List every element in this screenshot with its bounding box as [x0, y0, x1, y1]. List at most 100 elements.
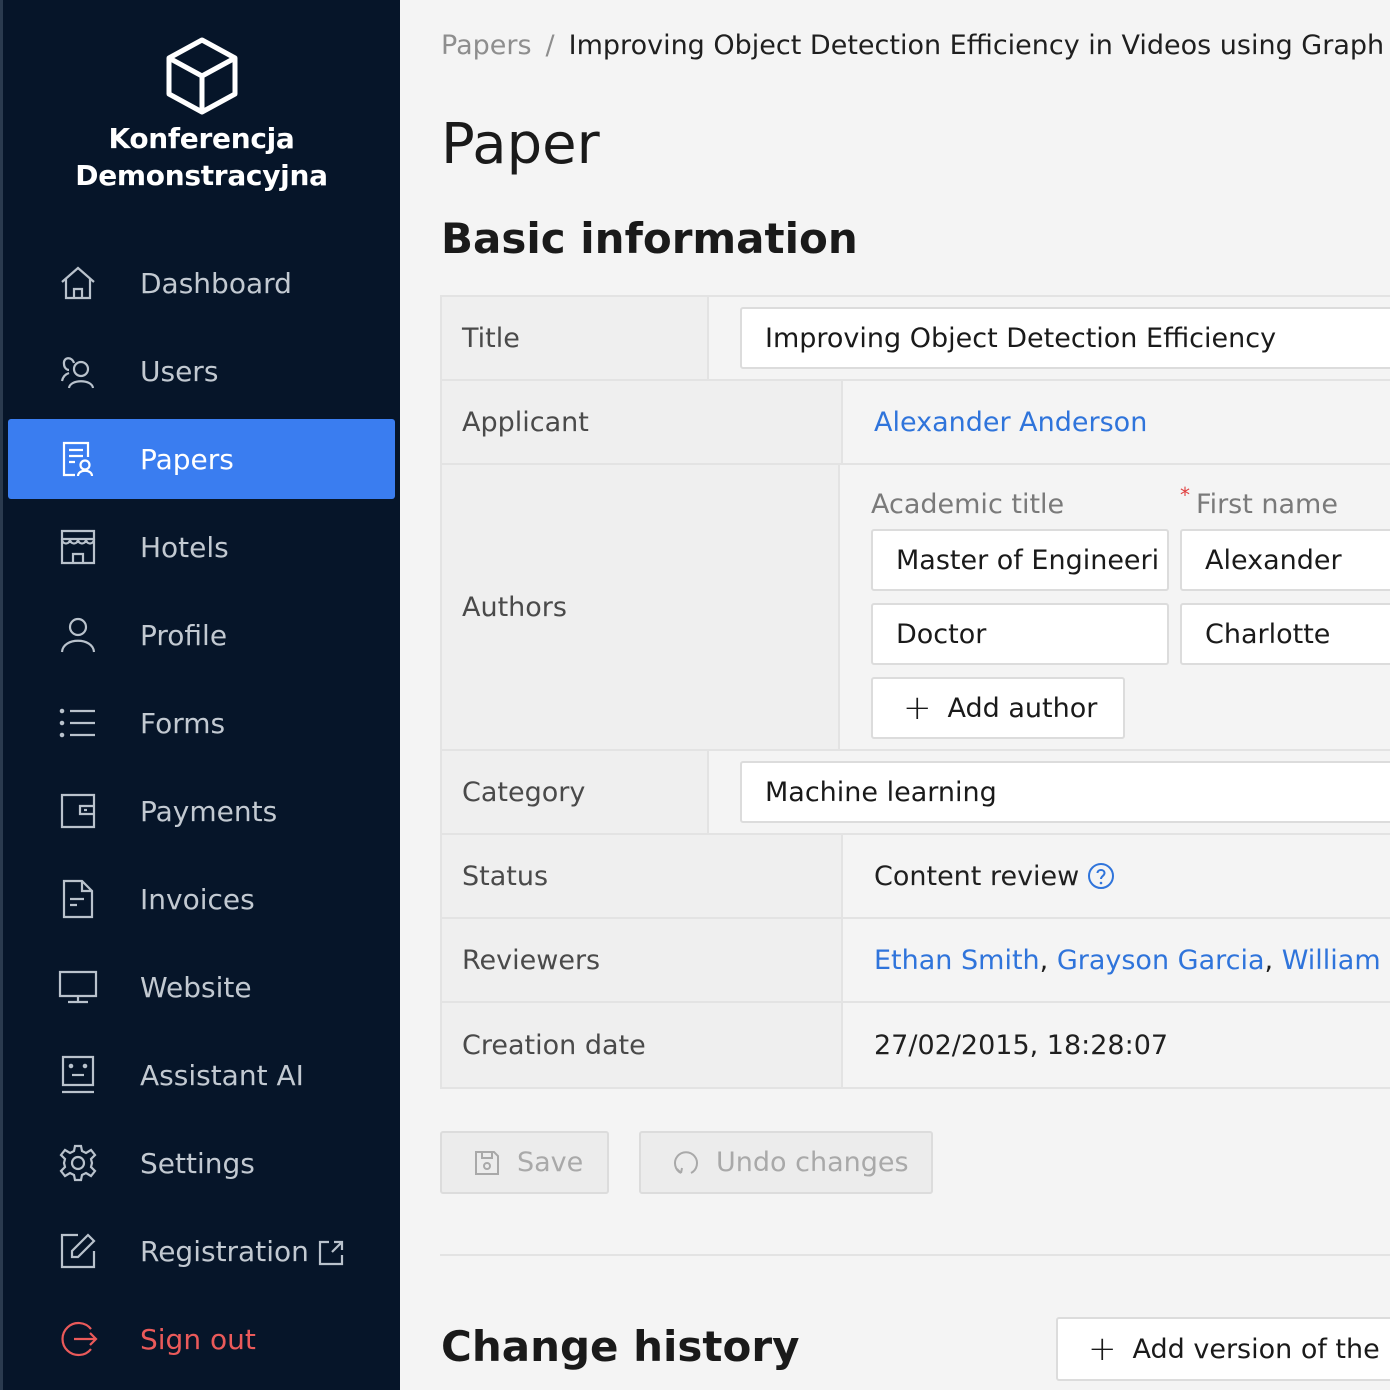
first-name-header: * First name [1180, 483, 1338, 520]
add-version-button[interactable]: + Add version of the p [1056, 1317, 1390, 1381]
sidebar-item-label: Papers [140, 442, 234, 476]
sidebar-item-hotels[interactable]: Hotels [8, 507, 395, 587]
user-icon [56, 613, 100, 657]
title-input[interactable]: Improving Object Detection Efficiency [740, 307, 1390, 369]
sidebar: Konferencja Demonstracyjna Dashboard Use… [0, 0, 400, 1390]
field-label: Title [442, 297, 709, 379]
reviewer-link[interactable]: Ethan Smith [874, 945, 1040, 976]
sidebar-item-label: Invoices [140, 882, 255, 916]
save-label: Save [517, 1147, 584, 1178]
field-value: Academic title * First name Master of Eng… [840, 465, 1390, 749]
reviewer-link[interactable]: Grayson Garcia [1057, 945, 1265, 976]
wallet-icon [56, 789, 100, 833]
sidebar-item-label: Settings [140, 1146, 255, 1180]
sidebar-item-settings[interactable]: Settings [8, 1123, 395, 1203]
sidebar-item-dashboard[interactable]: Dashboard [8, 243, 395, 323]
brand-name-line1: Konferencja [108, 122, 295, 155]
add-version-label: Add version of the p [1132, 1333, 1390, 1365]
sign-out-icon [56, 1317, 100, 1361]
field-value: 27/02/2015, 18:28:07 [843, 1003, 1390, 1087]
list-icon [56, 701, 100, 745]
plus-icon: + [1088, 1329, 1117, 1369]
academic-title-header: Academic title [871, 488, 1065, 520]
brand-name: Konferencja Demonstracyjna [3, 120, 400, 194]
sidebar-item-forms[interactable]: Forms [8, 683, 395, 763]
comma: , [1039, 944, 1057, 976]
authors-header: Academic title * First name [871, 479, 1390, 529]
document-icon [56, 877, 100, 921]
sidebar-item-users[interactable]: Users [8, 331, 395, 411]
field-label: Status [442, 835, 843, 917]
sidebar-item-label: Website [140, 970, 252, 1004]
help-icon[interactable] [1087, 862, 1115, 890]
row-status: Status Content review [442, 835, 1390, 919]
sidebar-item-assistant-ai[interactable]: Assistant AI [8, 1035, 395, 1115]
breadcrumb: Papers / Improving Object Detection Effici… [441, 30, 1390, 61]
cube-icon [166, 37, 237, 115]
field-label: Creation date [442, 1003, 843, 1087]
sidebar-item-profile[interactable]: Profile [8, 595, 395, 675]
page-title: Paper [441, 112, 600, 177]
sidebar-item-payments[interactable]: Payments [8, 771, 395, 851]
field-value: Content review [843, 835, 1390, 917]
floppy-disk-icon [475, 1150, 499, 1175]
breadcrumb-separator: / [545, 30, 555, 61]
sidebar-item-label: Payments [140, 794, 278, 828]
reviewer-link[interactable]: William M [1282, 945, 1390, 976]
add-author-label: Add author [947, 692, 1098, 724]
status-value: Content review [874, 860, 1080, 892]
home-icon [56, 261, 100, 305]
category-select[interactable]: Machine learning [740, 761, 1390, 823]
breadcrumb-current: Improving Object Detection Efficiency in… [568, 30, 1390, 61]
add-author-button[interactable]: + Add author [871, 677, 1125, 739]
row-authors: Authors Academic title * First name Maste… [442, 465, 1390, 751]
paper-user-icon [56, 437, 100, 481]
section-title-basic-information: Basic information [441, 214, 858, 263]
breadcrumb-papers-link[interactable]: Papers [441, 30, 532, 61]
field-value: Alexander Anderson [843, 381, 1390, 463]
form-actions: Save Undo changes [440, 1131, 933, 1194]
undo-changes-button[interactable]: Undo changes [639, 1131, 933, 1194]
plus-icon: + [903, 688, 932, 728]
row-creation-date: Creation date 27/02/2015, 18:28:07 [442, 1003, 1390, 1087]
author-row: Doctor Charlotte [871, 603, 1390, 665]
save-button[interactable]: Save [440, 1131, 609, 1194]
sidebar-item-label: Assistant AI [140, 1058, 304, 1092]
academic-title-input[interactable]: Master of Engineeri [871, 529, 1169, 591]
sidebar-item-label: Forms [140, 706, 226, 740]
undo-label: Undo changes [716, 1147, 909, 1178]
main-content: Papers / Improving Object Detection Effici… [400, 0, 1390, 1390]
row-applicant: Applicant Alexander Anderson [442, 381, 1390, 465]
sidebar-item-label: Sign out [140, 1322, 256, 1356]
sidebar-item-label: Users [140, 354, 219, 388]
applicant-link[interactable]: Alexander Anderson [874, 407, 1147, 438]
sidebar-item-registration[interactable]: Registration [8, 1211, 395, 1291]
field-value: Improving Object Detection Efficiency [709, 297, 1390, 379]
authors-grid: Master of Engineeri Alexander Doctor Cha… [871, 529, 1390, 665]
undo-icon [674, 1150, 698, 1174]
paper-info-table: Title Improving Object Detection Efficie… [440, 295, 1390, 1089]
users-icon [56, 349, 100, 393]
store-icon [56, 525, 100, 569]
sidebar-item-website[interactable]: Website [8, 947, 395, 1027]
section-title-change-history: Change history [441, 1322, 800, 1371]
row-category: Category Machine learning [442, 751, 1390, 835]
sidebar-item-papers[interactable]: Papers [8, 419, 395, 499]
row-reviewers: Reviewers Ethan Smith, Grayson Garcia, W… [442, 919, 1390, 1003]
sidebar-item-label: Hotels [140, 530, 229, 564]
external-link-icon [317, 1239, 345, 1267]
section-divider [440, 1254, 1390, 1256]
sidebar-item-label: Dashboard [140, 266, 292, 300]
robot-icon [56, 1053, 100, 1097]
sidebar-item-invoices[interactable]: Invoices [8, 859, 395, 939]
author-row: Master of Engineeri Alexander [871, 529, 1390, 591]
first-name-input[interactable]: Charlotte [1180, 603, 1390, 665]
sidebar-nav: Dashboard Users Papers Hotels Profile Fo… [8, 243, 395, 1387]
brand[interactable]: Konferencja Demonstracyjna [3, 36, 400, 194]
first-name-input[interactable]: Alexander [1180, 529, 1390, 591]
sidebar-item-sign-out[interactable]: Sign out [8, 1299, 395, 1379]
comma: , [1264, 944, 1282, 976]
academic-title-input[interactable]: Doctor [871, 603, 1169, 665]
field-label: Reviewers [442, 919, 843, 1001]
sidebar-item-label: Profile [140, 618, 228, 652]
